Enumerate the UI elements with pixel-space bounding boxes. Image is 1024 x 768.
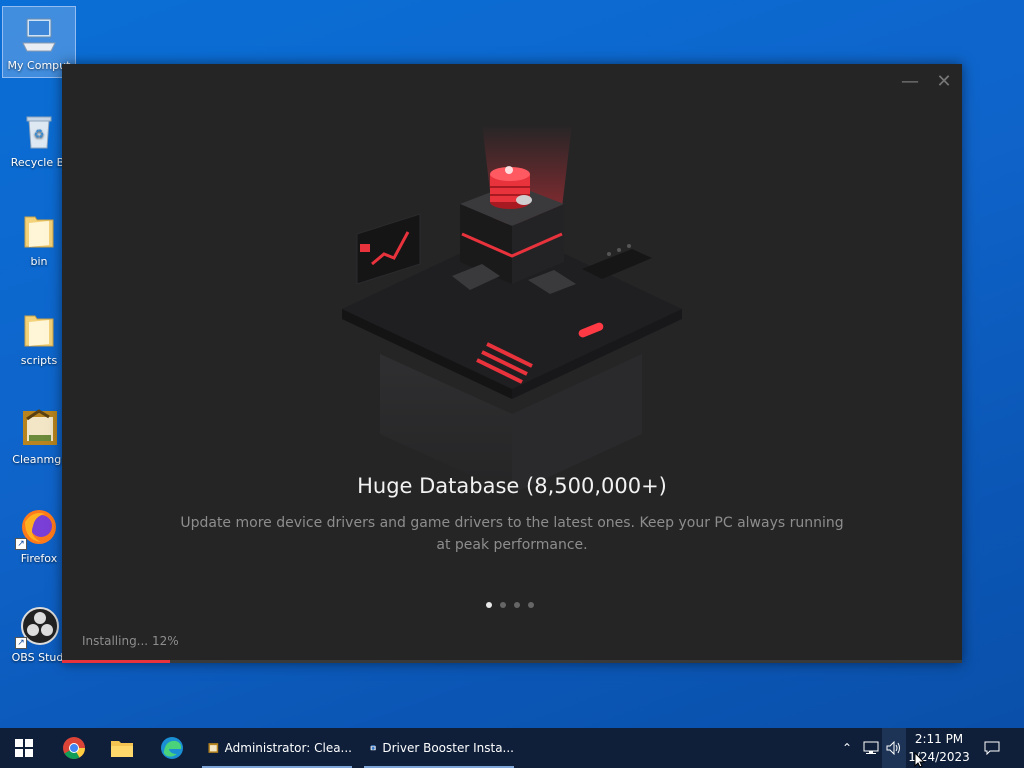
taskbar-edge-button[interactable] — [152, 728, 192, 768]
taskbar-app-administrator-cleanmgr[interactable]: Administrator: Clea... — [202, 728, 352, 768]
desktop-icon-label: Cleanmgr — [12, 453, 66, 466]
windows-logo-icon — [15, 739, 33, 757]
install-status: Installing... 12% — [82, 634, 179, 648]
carousel-dot[interactable] — [528, 602, 534, 608]
notification-icon — [984, 741, 1000, 755]
svg-text:♻: ♻ — [34, 127, 45, 141]
desktop-icon-label: scripts — [20, 354, 58, 367]
taskbar-app-label: Driver Booster Insta... — [382, 741, 514, 755]
driver-booster-installer-window: — ✕ Huge Database (8,500,000+) Update mo… — [62, 64, 962, 663]
carousel-dots — [486, 602, 534, 608]
speaker-icon — [886, 741, 900, 755]
close-button[interactable]: ✕ — [930, 72, 958, 94]
chrome-icon — [63, 737, 85, 759]
shortcut-arrow-icon: ↗ — [15, 538, 27, 550]
driver-booster-icon — [370, 745, 376, 751]
computer-icon — [19, 13, 59, 55]
folder-icon — [19, 308, 59, 350]
slide-title: Huge Database (8,500,000+) — [357, 474, 667, 498]
close-icon: ✕ — [936, 71, 952, 92]
desktop-icon-label: Recycle Bi — [10, 156, 68, 169]
desktop-icon-label: OBS Studi — [11, 651, 67, 664]
carousel-dot[interactable] — [500, 602, 506, 608]
folder-icon — [111, 741, 133, 757]
clock-time[interactable]: 2:11 PM — [908, 732, 970, 746]
mouse-cursor-icon — [914, 752, 926, 768]
install-progress-fill — [62, 660, 170, 663]
carousel-dot[interactable] — [486, 602, 492, 608]
volume-tray-button[interactable] — [882, 728, 906, 768]
cleanmgr-icon — [208, 743, 219, 753]
cleanmgr-icon — [19, 407, 59, 449]
slide-description: Update more device drivers and game driv… — [180, 515, 844, 553]
taskbar-file-explorer-button[interactable] — [102, 728, 142, 768]
network-icon — [863, 741, 879, 754]
recycle-bin-icon: ♻ — [19, 110, 59, 152]
desktop-icon-label: My Comput — [7, 59, 71, 72]
start-button[interactable] — [0, 728, 48, 768]
show-hidden-icons-button[interactable]: ⌃ — [838, 728, 856, 768]
taskbar-app-label: Administrator: Clea... — [224, 741, 352, 755]
taskbar-app-driver-booster[interactable]: Driver Booster Insta... — [364, 728, 514, 768]
desktop-icon-label: bin — [30, 255, 48, 268]
action-center-button[interactable] — [978, 728, 1006, 768]
obs-icon: ↗ — [15, 605, 59, 649]
taskbar-chrome-button[interactable] — [54, 728, 94, 768]
firefox-icon: ↗ — [15, 506, 59, 550]
minimize-icon: — — [901, 71, 919, 92]
edge-icon — [161, 737, 183, 759]
database-illustration — [342, 124, 682, 494]
shortcut-arrow-icon: ↗ — [15, 637, 27, 649]
minimize-button[interactable]: — — [896, 72, 924, 94]
network-tray-button[interactable] — [860, 728, 882, 768]
chevron-up-icon: ⌃ — [841, 741, 853, 755]
carousel-dot[interactable] — [514, 602, 520, 608]
desktop-icon-label: Firefox — [20, 552, 58, 565]
folder-icon — [19, 209, 59, 251]
taskbar: Administrator: Clea... Driver Booster In… — [0, 728, 1024, 768]
install-progress-bar — [62, 660, 962, 663]
